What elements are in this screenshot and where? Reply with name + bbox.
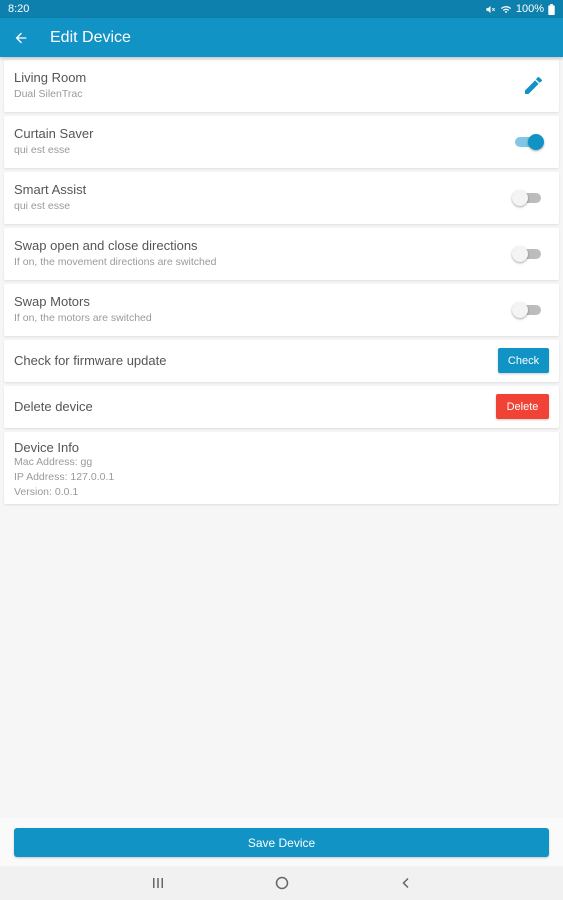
page-title: Edit Device xyxy=(50,28,131,46)
swap-motors-toggle[interactable] xyxy=(512,302,541,318)
device-name: Living Room xyxy=(14,70,87,85)
setting-curtain-saver: Curtain Saver qui est esse xyxy=(4,116,559,168)
swap-directions-toggle[interactable] xyxy=(512,246,541,262)
firmware-label: Check for firmware update xyxy=(14,353,167,368)
system-nav-bar xyxy=(0,866,563,900)
home-icon xyxy=(275,876,289,890)
edit-name-button[interactable] xyxy=(521,74,545,98)
setting-subtitle: If on, the motors are switched xyxy=(14,312,152,324)
setting-title: Smart Assist xyxy=(14,182,87,197)
check-firmware-button[interactable]: Check xyxy=(498,348,549,373)
device-info-title: Device Info xyxy=(14,440,80,455)
toggle-knob xyxy=(512,302,528,318)
device-name-card: Living Room Dual SilenTrac xyxy=(4,60,559,112)
mute-icon xyxy=(485,4,496,15)
ip-address: IP Address: 127.0.0.1 xyxy=(14,471,115,483)
wifi-icon xyxy=(500,4,512,15)
save-device-button[interactable]: Save Device xyxy=(14,828,549,857)
home-button[interactable] xyxy=(262,866,302,900)
setting-subtitle: If on, the movement directions are switc… xyxy=(14,256,217,268)
delete-device-card: Delete device Delete xyxy=(4,386,559,428)
setting-smart-assist: Smart Assist qui est esse xyxy=(4,172,559,224)
setting-title: Curtain Saver xyxy=(14,126,94,141)
delete-label: Delete device xyxy=(14,399,93,414)
device-info-card: Device Info Mac Address: gg IP Address: … xyxy=(4,432,559,504)
setting-subtitle: qui est esse xyxy=(14,200,71,212)
smart-assist-toggle[interactable] xyxy=(512,190,541,206)
toggle-knob xyxy=(512,246,528,262)
setting-subtitle: qui est esse xyxy=(14,144,71,156)
version: Version: 0.0.1 xyxy=(14,486,79,498)
setting-swap-motors: Swap Motors If on, the motors are switch… xyxy=(4,284,559,336)
toggle-knob xyxy=(512,190,528,206)
back-icon xyxy=(402,877,409,889)
recent-apps-icon xyxy=(153,878,163,888)
firmware-update-card: Check for firmware update Check xyxy=(4,340,559,382)
delete-device-button[interactable]: Delete xyxy=(496,394,549,419)
system-back-button[interactable] xyxy=(386,866,426,900)
setting-title: Swap Motors xyxy=(14,294,90,309)
arrow-left-icon xyxy=(15,32,27,43)
back-button[interactable] xyxy=(0,18,42,57)
settings-list: Living Room Dual SilenTrac Curtain Saver… xyxy=(4,60,559,504)
status-bar: 8:20 100% xyxy=(0,0,563,18)
curtain-saver-toggle[interactable] xyxy=(515,134,544,150)
battery-icon xyxy=(548,3,555,15)
mac-address: Mac Address: gg xyxy=(14,456,93,468)
bottom-bar: Save Device xyxy=(0,818,563,866)
device-model: Dual SilenTrac xyxy=(14,88,83,100)
status-time: 8:20 xyxy=(8,3,30,15)
battery-level: 100% xyxy=(515,3,544,15)
toggle-knob xyxy=(528,134,544,150)
recent-apps-button[interactable] xyxy=(138,866,178,900)
setting-swap-directions: Swap open and close directions If on, th… xyxy=(4,228,559,280)
pencil-icon xyxy=(525,77,542,94)
setting-title: Swap open and close directions xyxy=(14,238,198,253)
app-bar: Edit Device xyxy=(0,18,563,57)
status-icons: 100% xyxy=(485,3,555,15)
